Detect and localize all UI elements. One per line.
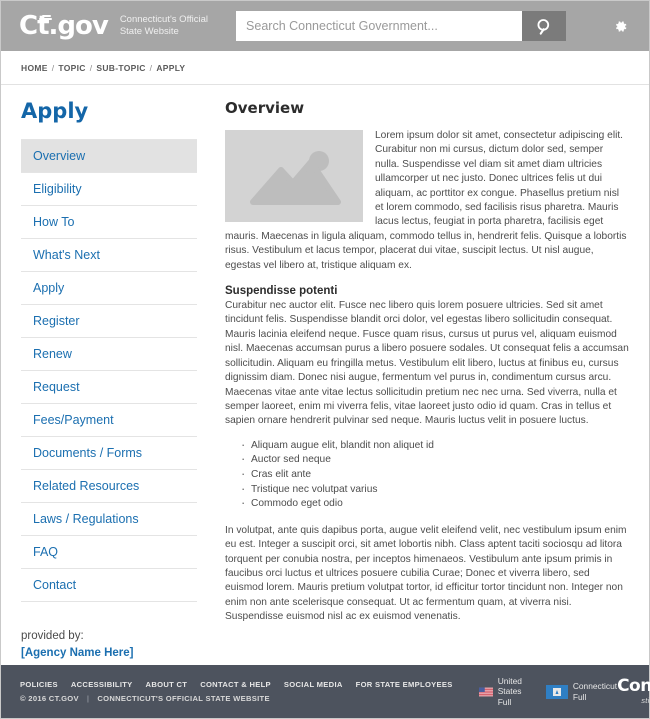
page-title: Apply	[21, 99, 89, 123]
tagline-line-2: State Website	[119, 26, 179, 37]
sidebar-item-register[interactable]: Register	[21, 304, 197, 337]
logo-text: Ct.gov	[19, 11, 109, 41]
logo-bars-icon	[39, 15, 53, 24]
sidebar-item-faq[interactable]: FAQ	[21, 535, 197, 568]
sidebar-item-related-resources[interactable]: Related Resources	[21, 469, 197, 502]
sidebar-item-contact[interactable]: Contact	[21, 568, 197, 601]
bullet-item: Cras elit ante	[241, 467, 629, 483]
connecticut-brand-logo[interactable]: Connecticut still revolutionary	[617, 676, 650, 706]
footer-meta-row: © 2016 CT.GOV | CONNECTICUT'S OFFICIAL S…	[20, 694, 453, 703]
breadcrumb-item-0[interactable]: HOME	[21, 63, 48, 73]
content-paragraph-2: Curabitur nec auctor elit. Fusce nec lib…	[225, 300, 629, 427]
search-bar	[236, 11, 567, 41]
footer-link-row: POLICIES ACCESSIBILITY ABOUT CT CONTACT & H…	[20, 680, 453, 689]
image-placeholder	[225, 130, 363, 222]
tagline-line-1: Connecticut's Official	[119, 14, 209, 25]
badge-line-1: Connecticut	[572, 681, 618, 691]
sidebar-item-overview[interactable]: Overview	[21, 139, 197, 172]
badge-text: Connecticut Full	[573, 681, 617, 702]
bullet-item: Commodo eget odio	[241, 496, 629, 512]
bullet-item: Auctor sed neque	[241, 452, 629, 468]
content-subheading: Suspendisse potenti	[225, 285, 338, 298]
main-content: Overview Lorem ipsum dolor sit amet, con…	[211, 99, 629, 665]
breadcrumb-item-3[interactable]: APPLY	[156, 63, 185, 73]
sidebar-item-laws-regulations[interactable]: Laws / Regulations	[21, 502, 197, 535]
badge-line-1: United States	[497, 675, 522, 697]
gear-icon	[615, 20, 626, 32]
footer-links-block: POLICIES ACCESSIBILITY ABOUT CT CONTACT & H…	[20, 680, 453, 703]
content-paragraph-3: In volutpat, ante quis dapibus porta, au…	[225, 524, 627, 623]
breadcrumb: HOME / TOPIC / SUB-TOPIC / APPLY	[1, 51, 649, 85]
settings-button[interactable]	[607, 13, 633, 39]
provided-by-label: provided by:	[21, 630, 84, 642]
footer-link-policies[interactable]: POLICIES	[20, 680, 58, 689]
footer-link-contact-help[interactable]: CONTACT & HELP	[200, 680, 271, 689]
body-area: Apply Overview Eligibility How To What's Ne…	[1, 85, 649, 665]
badge-united-states[interactable]: United States Full	[478, 676, 530, 708]
footer-badges: United States Full Connecticut Full	[478, 676, 617, 708]
sidebar-item-request[interactable]: Request	[21, 370, 197, 403]
ct-gov-logo-icon[interactable]: Ct.gov	[19, 11, 109, 41]
sidebar-item-apply[interactable]: Apply	[21, 271, 197, 304]
content-heading: Overview	[225, 99, 305, 117]
badge-text: United States Full	[498, 676, 530, 708]
breadcrumb-separator: /	[51, 62, 55, 73]
breadcrumb-item-1[interactable]: TOPIC	[58, 63, 85, 73]
sidebar-item-eligibility[interactable]: Eligibility	[21, 172, 197, 205]
breadcrumb-separator: /	[89, 62, 93, 73]
badge-line-2: Full	[572, 691, 587, 702]
badge-connecticut[interactable]: Connecticut Full	[545, 676, 617, 708]
brand-word: Connecticut	[617, 676, 650, 696]
sidebar-nav: Overview Eligibility How To What's Next Appl…	[21, 139, 197, 602]
sidebar-item-fees-payment[interactable]: Fees/Payment	[21, 403, 197, 436]
page-root: Ct.gov Connecticut's Official State Webs…	[0, 0, 650, 719]
bullet-item: Aliquam augue elit, blandit non aliquet …	[241, 438, 629, 454]
connecticut-flag-icon	[545, 684, 568, 699]
search-button[interactable]	[522, 11, 567, 41]
footer-link-for-state-employees[interactable]: FOR STATE EMPLOYEES	[356, 680, 453, 689]
agency-name-link[interactable]: [Agency Name Here]	[21, 645, 197, 662]
breadcrumb-separator: /	[149, 62, 153, 73]
sidebar: Apply Overview Eligibility How To What's Ne…	[21, 99, 211, 665]
content-bullet-list: Aliquam augue elit, blandit non aliquet …	[241, 438, 629, 512]
footer-link-about-ct[interactable]: ABOUT CT	[146, 680, 188, 689]
brand-subtitle: still revolutionary	[641, 696, 650, 705]
image-placeholder-icon	[250, 151, 341, 205]
site-footer: POLICIES ACCESSIBILITY ABOUT CT CONTACT & H…	[1, 665, 650, 718]
badge-line-2: Full	[497, 696, 512, 707]
footer-link-social-media[interactable]: SOCIAL MEDIA	[284, 680, 343, 689]
sidebar-item-how-to[interactable]: How To	[21, 205, 197, 238]
sidebar-item-what-s-next[interactable]: What's Next	[21, 238, 197, 271]
search-icon	[537, 18, 549, 35]
footer-link-accessibility[interactable]: ACCESSIBILITY	[71, 680, 133, 689]
footer-copyright: © 2016 CT.GOV	[20, 694, 79, 703]
site-tagline: Connecticut's Official State Website	[120, 14, 208, 38]
sidebar-item-renew[interactable]: Renew	[21, 337, 197, 370]
sidebar-item-documents-forms[interactable]: Documents / Forms	[21, 436, 197, 469]
provided-by-block: provided by: [Agency Name Here]	[21, 628, 197, 662]
breadcrumb-item-2[interactable]: SUB-TOPIC	[96, 63, 145, 73]
footer-tagline: CONNECTICUT'S OFFICIAL STATE WEBSITE	[97, 694, 270, 703]
site-header: Ct.gov Connecticut's Official State Webs…	[1, 1, 649, 51]
us-flag-icon	[478, 687, 493, 696]
search-input[interactable]	[236, 11, 523, 41]
site-brand[interactable]: Ct.gov Connecticut's Official State Webs…	[19, 13, 208, 39]
footer-pipe: |	[86, 694, 90, 703]
bullet-item: Tristique nec volutpat varius	[241, 482, 629, 498]
